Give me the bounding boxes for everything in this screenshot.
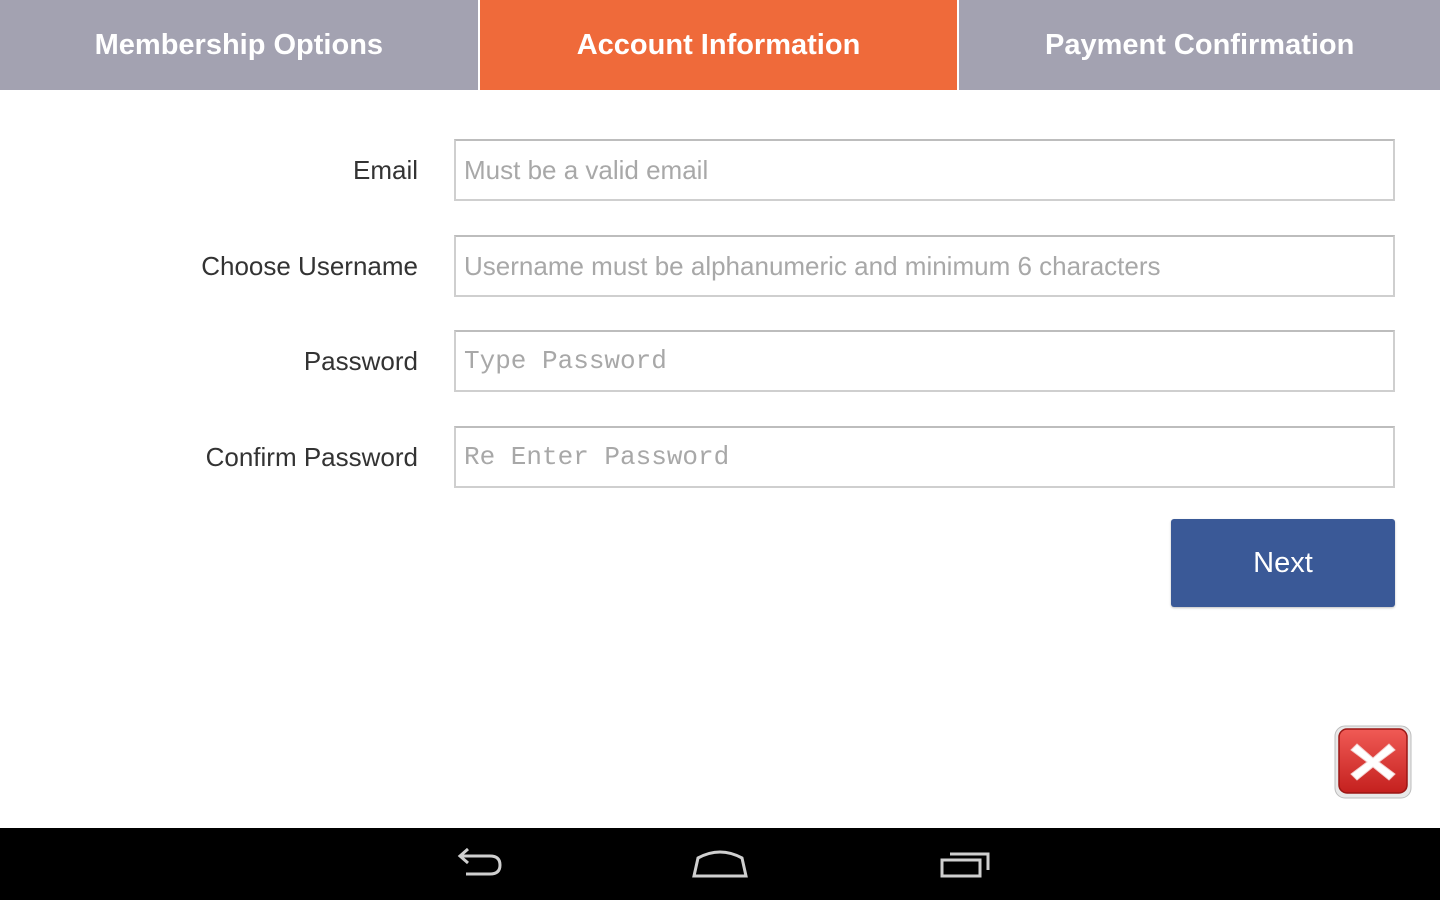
- email-row: Email: [0, 139, 1440, 201]
- back-icon: [457, 847, 502, 876]
- confirm-password-field[interactable]: [454, 426, 1395, 488]
- confirm-password-row: Confirm Password: [0, 426, 1440, 488]
- password-field[interactable]: [454, 330, 1395, 392]
- password-row: Password: [0, 330, 1440, 392]
- password-label: Password: [303, 345, 418, 376]
- next-button[interactable]: Next: [1171, 519, 1395, 607]
- step-tabs: Membership Options Account Information P…: [0, 0, 1440, 90]
- tab-membership-options[interactable]: Membership Options: [0, 0, 478, 90]
- username-label: Choose Username: [201, 250, 418, 281]
- username-field[interactable]: [454, 235, 1395, 297]
- close-button[interactable]: [1333, 724, 1413, 800]
- recent-apps-icon: [940, 852, 990, 878]
- back-button[interactable]: [448, 846, 508, 882]
- email-field[interactable]: [454, 139, 1395, 201]
- username-row: Choose Username: [0, 235, 1440, 297]
- tab-payment-confirmation[interactable]: Payment Confirmation: [959, 0, 1440, 90]
- system-nav-bar: [0, 828, 1440, 900]
- home-button[interactable]: [690, 846, 750, 882]
- close-icon: [1334, 725, 1412, 799]
- email-label: Email: [352, 154, 418, 185]
- confirm-password-label: Confirm Password: [205, 441, 418, 472]
- recent-apps-button[interactable]: [936, 846, 996, 882]
- signup-screen: Membership Options Account Information P…: [0, 0, 1440, 900]
- tab-account-information[interactable]: Account Information: [479, 0, 958, 90]
- home-icon: [692, 850, 748, 878]
